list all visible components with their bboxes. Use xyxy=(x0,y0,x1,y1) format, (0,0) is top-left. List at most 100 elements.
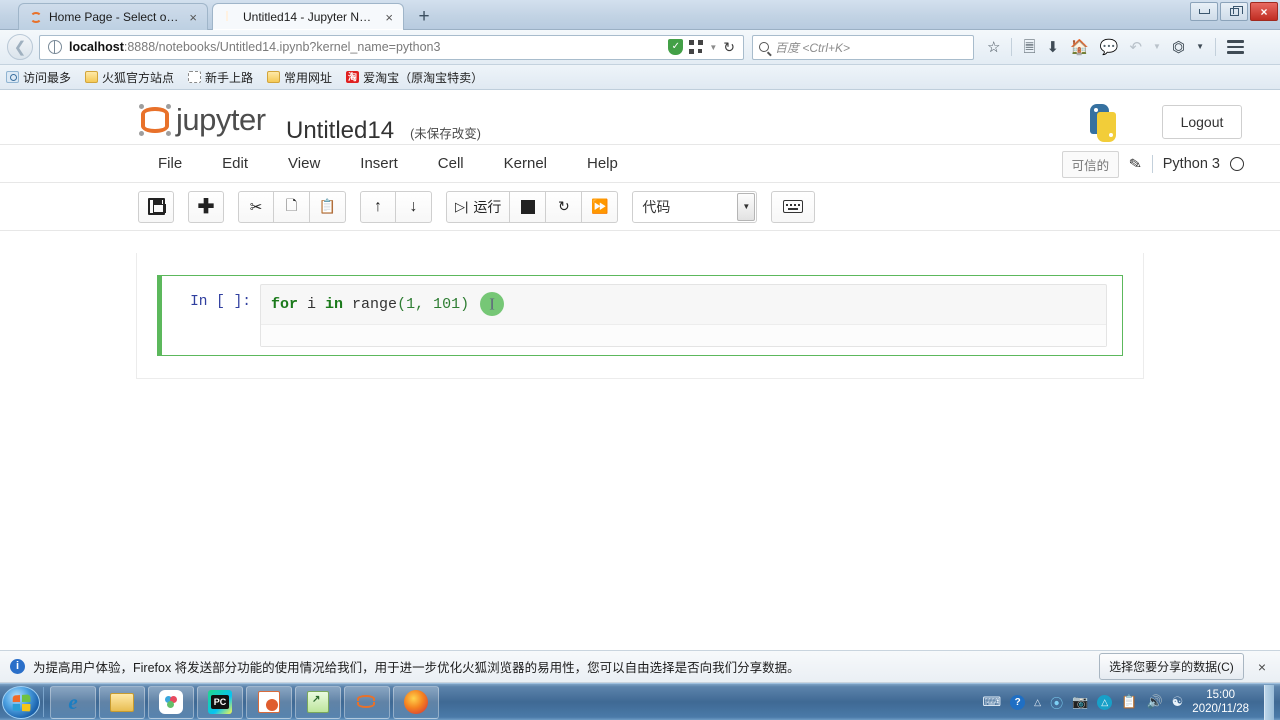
browser-tab-home-page[interactable]: Home Page - Select or c... × xyxy=(18,3,208,30)
move-cell-down-button[interactable]: ↓ xyxy=(396,190,432,223)
expand-icon[interactable]: △ xyxy=(1034,697,1041,708)
insert-cell-below-button[interactable]: ✚ xyxy=(188,190,224,223)
text-cursor-icon: I xyxy=(489,294,495,314)
back-icon[interactable]: ❮ xyxy=(7,34,33,60)
menu-cell[interactable]: Cell xyxy=(418,145,484,183)
code-editor-second-line[interactable] xyxy=(261,324,1106,346)
taskbar-pycharm[interactable]: PC xyxy=(197,685,243,719)
bookmark-getting-started[interactable]: 新手上路 xyxy=(188,69,253,86)
taskbar-powerpoint[interactable] xyxy=(246,685,292,719)
jupyter-logo[interactable]: jupyter xyxy=(138,102,273,138)
cloud-sync-icon[interactable]: ⦿ xyxy=(1050,693,1063,712)
notebook-name[interactable]: Untitled14 xyxy=(286,117,394,145)
menu-icon[interactable] xyxy=(1227,40,1244,54)
scissors-icon: ✂ xyxy=(249,198,263,216)
tab-close-icon[interactable]: × xyxy=(187,11,199,24)
bookmark-taobao[interactable]: 淘 爱淘宝（原淘宝特卖） xyxy=(346,69,483,86)
code-token-in: in xyxy=(325,295,344,313)
chevron-down-icon[interactable]: ▼ xyxy=(709,43,717,52)
windows-taskbar: e PC ↗ ⌨ ? △ ⦿ 📷 △ 📋 🔊 ☯ 15:00 2020/11/2… xyxy=(0,683,1280,720)
taskbar-clock[interactable]: 15:00 2020/11/28 xyxy=(1192,688,1255,716)
search-bar[interactable]: 百度 <Ctrl+K> xyxy=(752,34,974,60)
divider xyxy=(1151,155,1153,173)
code-token-one: 1 xyxy=(406,295,416,313)
menu-kernel[interactable]: Kernel xyxy=(484,145,567,183)
help-icon[interactable]: ? xyxy=(1010,694,1026,710)
new-tab-button[interactable]: + xyxy=(412,6,436,28)
move-cell-up-button[interactable]: ↑ xyxy=(360,190,396,223)
page-content: jupyter Untitled14 (未保存改变) Logout File E… xyxy=(0,90,1280,651)
restart-kernel-button[interactable]: ↻ xyxy=(546,190,583,223)
taskbar-jupyter[interactable] xyxy=(344,685,390,719)
logout-button[interactable]: Logout xyxy=(1162,105,1242,139)
paste-cell-button[interactable]: 📋 xyxy=(310,190,346,223)
network-icon[interactable]: ☯ xyxy=(1172,694,1184,710)
bookmark-label: 新手上路 xyxy=(205,70,254,85)
restart-and-run-all-button[interactable]: ⏩ xyxy=(582,190,619,223)
start-orb-icon[interactable] xyxy=(2,685,40,719)
shield-icon[interactable] xyxy=(668,39,684,55)
chevron-down-icon[interactable]: ▼ xyxy=(1153,43,1161,51)
camera-icon[interactable]: 📷 xyxy=(1072,694,1088,710)
code-editor[interactable]: for i in range(1, 101) I xyxy=(260,284,1107,347)
bookmark-firefox-official[interactable]: 火狐官方站点 xyxy=(85,69,174,86)
window-restore-button[interactable] xyxy=(1220,2,1248,21)
paste-icon: 📋 xyxy=(318,198,337,214)
taskbar-internet-explorer[interactable]: e xyxy=(50,685,96,719)
kernel-name-label: Python 3 xyxy=(1162,156,1220,172)
taskbar-cloud-app[interactable] xyxy=(148,685,194,719)
save-button[interactable] xyxy=(138,190,174,223)
tab-close-icon[interactable]: × xyxy=(383,11,395,24)
keyboard-icon xyxy=(783,200,804,213)
volume-icon[interactable]: 🔊 xyxy=(1146,694,1162,710)
bookmark-most-visited[interactable]: 访问最多 xyxy=(6,69,71,86)
taskbar-notepadpp[interactable]: ↗ xyxy=(295,685,341,719)
notification-close-icon[interactable]: × xyxy=(1252,659,1272,675)
run-button-label: 运行 xyxy=(473,198,502,215)
cell-type-value: 代码 xyxy=(642,198,671,215)
interrupt-kernel-button[interactable] xyxy=(510,190,547,223)
browser-tab-untitled14[interactable]: Untitled14 - Jupyter Not... × xyxy=(212,3,404,30)
bookmark-label: 访问最多 xyxy=(23,70,72,85)
menu-help[interactable]: Help xyxy=(567,145,638,183)
code-line: for i in range(1, 101) I xyxy=(271,292,1096,316)
keyboard-icon[interactable]: ⌨ xyxy=(982,694,1001,710)
reading-list-icon[interactable]: 🗏 xyxy=(1023,40,1035,55)
taskbar-firefox[interactable] xyxy=(393,685,439,719)
restart-icon: ↻ xyxy=(558,198,570,214)
code-cell-selected[interactable]: In [ ]: for i in range(1, 101) I xyxy=(157,275,1123,356)
download-icon[interactable]: ⬇ xyxy=(1047,40,1060,55)
menu-insert[interactable]: Insert xyxy=(340,145,418,183)
undo-icon[interactable]: ↶ xyxy=(1129,40,1142,55)
clipboard-icon[interactable]: 📋 xyxy=(1121,694,1137,710)
jupyter-icon xyxy=(356,692,378,712)
menu-view[interactable]: View xyxy=(268,145,340,183)
copy-cell-button[interactable]: 🗋 xyxy=(274,190,310,223)
bookmark-common-sites[interactable]: 常用网址 xyxy=(267,69,332,86)
window-minimize-button[interactable] xyxy=(1190,2,1218,21)
show-desktop-button[interactable] xyxy=(1264,684,1274,720)
address-bar[interactable]: localhost:8888/notebooks/Untitled14.ipyn… xyxy=(39,34,744,60)
qr-icon[interactable] xyxy=(689,40,704,54)
browser-navigation-bar: ❮ localhost:8888/notebooks/Untitled14.ip… xyxy=(0,30,1280,65)
cut-cell-button[interactable]: ✂ xyxy=(238,190,274,223)
reload-icon[interactable]: ↻ xyxy=(723,39,735,56)
pencil-icon[interactable]: ✎ xyxy=(1128,154,1143,174)
chevron-down-icon[interactable]: ▼ xyxy=(737,192,756,221)
run-cell-button[interactable]: ▷| 运行 xyxy=(446,190,511,223)
choose-shared-data-button[interactable]: 选择您要分享的数据(C) xyxy=(1099,653,1244,680)
window-close-button[interactable]: × xyxy=(1250,2,1278,21)
taskbar-file-explorer[interactable] xyxy=(99,685,145,719)
menu-file[interactable]: File xyxy=(138,145,202,183)
notebook-area: In [ ]: for i in range(1, 101) I xyxy=(0,231,1280,651)
home-icon[interactable]: 🏠 xyxy=(1070,40,1089,55)
antivirus-icon[interactable]: △ xyxy=(1097,694,1113,710)
arrow-up-icon: ↑ xyxy=(374,197,382,215)
menu-edit[interactable]: Edit xyxy=(202,145,268,183)
chevron-down-icon[interactable]: ▼ xyxy=(1196,43,1204,51)
screenshot-icon[interactable]: ⏣ xyxy=(1172,40,1185,55)
command-palette-button[interactable] xyxy=(771,190,816,223)
cell-type-select[interactable]: 代码 ▼ xyxy=(632,190,758,223)
bookmark-star-icon[interactable]: ☆ xyxy=(987,40,1000,55)
chat-icon[interactable]: 💬 xyxy=(1100,40,1119,55)
